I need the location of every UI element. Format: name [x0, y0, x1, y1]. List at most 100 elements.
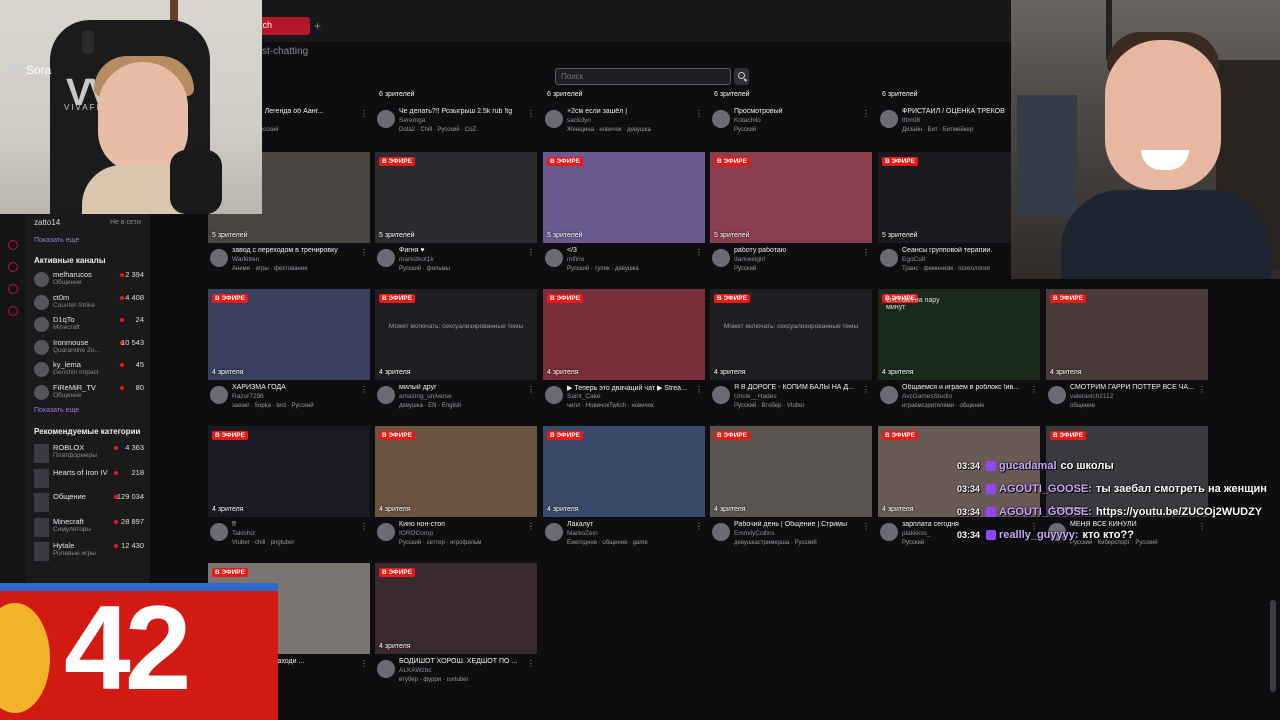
streamer-name[interactable]: tttm98	[902, 117, 920, 124]
streamer-name[interactable]: valeravich2112	[1070, 393, 1113, 400]
stream-card[interactable]: В ЭФИРЕ 5 зрителей Фигня ♥ markizkot1k Русск…	[375, 152, 537, 284]
breadcrumb[interactable]: st-chatting	[262, 46, 308, 57]
search-input[interactable]	[555, 68, 731, 85]
more-options-icon[interactable]: ⋮	[527, 385, 535, 394]
streamer-avatar[interactable]	[377, 660, 395, 678]
stream-card[interactable]: В ЭФИРЕ 4 зрителя Кино нон-стоп IOROComp Рус…	[375, 426, 537, 558]
stream-card[interactable]: В ЭФИРЕ 4 зрителя СМОТРИМ ГАРРИ ПОТТЕР ВСЕ…	[1046, 289, 1208, 421]
more-options-icon[interactable]: ⋮	[527, 248, 535, 257]
streamer-avatar[interactable]	[377, 249, 395, 267]
show-more-link[interactable]: Показать еще	[34, 407, 79, 414]
stream-thumbnail[interactable]: В ЭФИРЕ 4 зрителя	[1046, 289, 1208, 380]
sidebar-channel[interactable]: melharucos Общение 2 394	[34, 270, 146, 292]
stream-thumbnail[interactable]: В ЭФИРЕ 4 зрителя	[208, 289, 370, 380]
streamer-name[interactable]: AvcGamesStudio	[902, 393, 952, 400]
stream-title[interactable]: Просмотровый	[734, 108, 868, 115]
more-options-icon[interactable]: ⋮	[695, 385, 703, 394]
more-options-icon[interactable]: ⋮	[862, 522, 870, 531]
more-options-icon[interactable]: ⋮	[695, 248, 703, 257]
stream-title[interactable]: Рабочий день | Общение | Стримы	[734, 521, 868, 528]
streamer-name[interactable]: EmmilyCollins	[734, 530, 775, 537]
search-button[interactable]	[734, 68, 749, 85]
sidebar-category[interactable]: Hytale Ролевые игры 12 430	[34, 541, 146, 563]
streamer-avatar[interactable]	[210, 386, 228, 404]
more-options-icon[interactable]: ⋮	[1030, 385, 1038, 394]
sidebar-category[interactable]: ROBLOX Платформеры 4 363	[34, 443, 146, 465]
more-options-icon[interactable]: ⋮	[862, 385, 870, 394]
streamer-name[interactable]: Saint_Cake	[567, 393, 601, 400]
streamer-avatar[interactable]	[1048, 386, 1066, 404]
browse-icon[interactable]	[8, 284, 18, 294]
stream-card[interactable]: Может включать: сексуализированные темы В…	[710, 289, 872, 421]
stream-thumbnail[interactable]: Может включать: сексуализированные темы В…	[710, 289, 872, 380]
streamer-avatar[interactable]	[545, 386, 563, 404]
stream-card[interactable]: В ЭФИРЕ 4 зрителя ХАРИЗМА ГОДА Razor7296 зае…	[208, 289, 370, 421]
stream-thumbnail[interactable]: В ЭФИРЕ 5 зрителей	[710, 152, 872, 243]
stream-card[interactable]: Может включать: сексуализированные темы В…	[375, 289, 537, 421]
streamer-name[interactable]: ALKAWzbc	[399, 667, 432, 674]
stream-title[interactable]: +2см если зашёл |	[567, 108, 701, 115]
sidebar-category[interactable]: Общение 129 034	[34, 492, 146, 514]
stream-title[interactable]: Че делать?!! Розыгрыш 2.5k rub !tg	[399, 108, 533, 115]
streamer-name[interactable]: Warkitten	[232, 256, 259, 263]
more-options-icon[interactable]: ⋮	[695, 522, 703, 531]
stream-thumbnail[interactable]: В ЭФИРЕ 5 зрителей	[543, 152, 705, 243]
more-options-icon[interactable]: ⋮	[527, 109, 535, 118]
sidebar-category[interactable]: Hearts of Iron IV 218	[34, 468, 146, 490]
sidebar-channel[interactable]: D1qTo Minecraft 24	[34, 315, 146, 337]
stream-card[interactable]: В ЭФИРЕ 5 зрителей </3 mlfirio Русский · туп…	[543, 152, 705, 284]
more-options-icon[interactable]: ⋮	[527, 659, 535, 668]
scrollbar[interactable]	[1270, 600, 1276, 692]
stream-thumbnail[interactable]: В ЭФИРЕ 4 зрителя	[710, 426, 872, 517]
streamer-avatar[interactable]	[377, 523, 395, 541]
history-icon[interactable]	[8, 262, 18, 272]
streamer-avatar[interactable]	[880, 386, 898, 404]
stream-title[interactable]: работу работаю	[734, 247, 868, 254]
streamer-avatar[interactable]	[545, 523, 563, 541]
stream-title[interactable]: !!	[232, 521, 366, 528]
settings-icon[interactable]	[8, 306, 18, 316]
streamer-avatar[interactable]	[545, 249, 563, 267]
stream-title[interactable]: Фигня ♥	[399, 247, 533, 254]
stream-title[interactable]: СМОТРИМ ГАРРИ ПОТТЕР ВСЕ ЧА...	[1070, 384, 1204, 391]
stream-thumbnail[interactable]: В ЭФИРЕ 4 зрителя	[375, 426, 537, 517]
streamer-name[interactable]: IOROComp	[399, 530, 433, 537]
sidebar-user-name[interactable]: zatto14	[34, 218, 60, 227]
sidebar-channel[interactable]: ky_lema Genshin Impact 45	[34, 360, 146, 382]
streamer-name[interactable]: mlfirio	[567, 256, 584, 263]
stream-card[interactable]: В ЭФИРЕ 4 зрителя Рабочий день | Общение |…	[710, 426, 872, 558]
more-options-icon[interactable]: ⋮	[1198, 385, 1206, 394]
more-options-icon[interactable]: ⋮	[862, 109, 870, 118]
streamer-name[interactable]: darkweigirl	[734, 256, 765, 263]
streamer-name[interactable]: MarkoZein	[567, 530, 598, 537]
streamer-avatar[interactable]	[377, 386, 395, 404]
more-options-icon[interactable]: ⋮	[695, 109, 703, 118]
stream-thumbnail[interactable]: В ЭФИРЕ Отстоял на пару минут 4 зрителя	[878, 289, 1040, 380]
more-options-icon[interactable]: ⋮	[862, 248, 870, 257]
show-more-link[interactable]: Показать еще	[34, 237, 79, 244]
stream-thumbnail[interactable]: Может включать: сексуализированные темы В…	[375, 289, 537, 380]
stream-thumbnail[interactable]: В ЭФИРЕ 5 зрителей	[375, 152, 537, 243]
stream-thumbnail[interactable]: В ЭФИРЕ 4 зрителя	[375, 563, 537, 654]
streamer-name[interactable]: Takishiz	[232, 530, 255, 537]
streamer-avatar[interactable]	[210, 523, 228, 541]
stream-title[interactable]: милый друг	[399, 384, 533, 391]
stream-title[interactable]: БОДИШОТ ХОРОШ. ХЕДШОТ ПО ...	[399, 658, 533, 665]
streamer-name[interactable]: Kotachilo	[734, 117, 761, 124]
streamer-name[interactable]: amazing_universe	[399, 393, 452, 400]
stream-thumbnail[interactable]: В ЭФИРЕ 4 зрителя	[543, 289, 705, 380]
stream-title[interactable]: ▶ Теперь это двачаций чат ▶ Strea...	[567, 384, 701, 392]
streamer-avatar[interactable]	[712, 386, 730, 404]
sidebar-channel[interactable]: ct0m Counter-Strike 4 408	[34, 293, 146, 315]
streamer-avatar[interactable]	[712, 523, 730, 541]
stream-thumbnail[interactable]: В ЭФИРЕ 4 зрителя	[208, 426, 370, 517]
sidebar-channel[interactable]: Ironmouse Quarantine Zo... 10 543	[34, 338, 146, 360]
stream-title[interactable]: ХАРИЗМА ГОДА	[232, 384, 366, 391]
more-options-icon[interactable]: ⋮	[527, 522, 535, 531]
more-options-icon[interactable]: ⋮	[360, 248, 368, 257]
streamer-avatar[interactable]	[880, 523, 898, 541]
streamer-name[interactable]: sackdyo	[567, 117, 591, 124]
stream-card[interactable]: В ЭФИРЕ 4 зрителя БОДИШОТ ХОРОШ. ХЕДШОТ ПО…	[375, 563, 537, 695]
stream-title[interactable]: Лакалут	[567, 521, 701, 528]
stream-card[interactable]: В ЭФИРЕ 4 зрителя ▶ Теперь это двачаций ча…	[543, 289, 705, 421]
